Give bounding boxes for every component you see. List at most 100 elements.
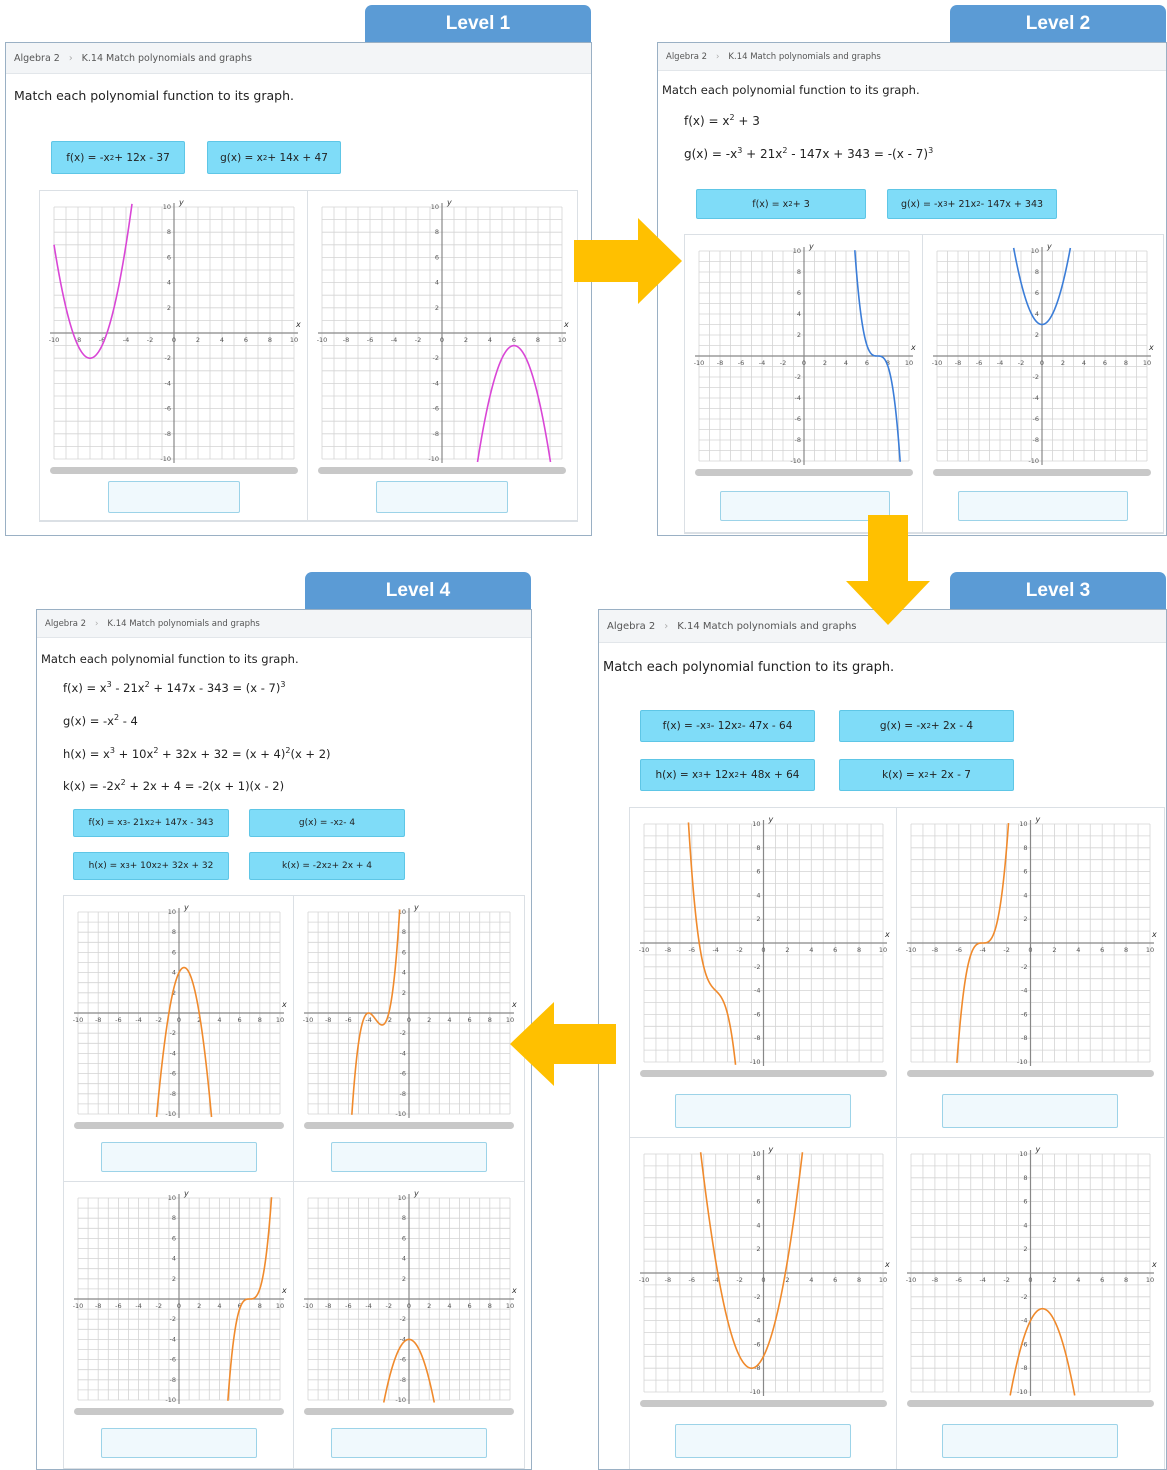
x-tick-label: -4 bbox=[135, 1016, 141, 1024]
breadcrumb-course[interactable]: Algebra 2 bbox=[666, 52, 707, 62]
y-tick-label: -2 bbox=[170, 1029, 176, 1037]
y-tick-label: 10 bbox=[793, 247, 801, 255]
y-tick-label: -10 bbox=[428, 455, 439, 463]
tile-g[interactable]: g(x) = -x 3 + 21x 2 - 147x + 343 bbox=[887, 189, 1057, 219]
tile-g[interactable]: g(x) = x2 + 14x + 47 bbox=[207, 141, 341, 174]
x-tick-label: -10 bbox=[317, 336, 328, 344]
y-tick-label: 8 bbox=[797, 268, 801, 276]
y-tick-label: 8 bbox=[172, 1214, 176, 1222]
x-tick-label: -4 bbox=[997, 359, 1003, 367]
answer-drop-zone[interactable] bbox=[958, 491, 1128, 521]
prompt: Match each polynomial function to its gr… bbox=[603, 660, 895, 675]
breadcrumb-course[interactable]: Algebra 2 bbox=[45, 619, 86, 629]
y-axis-label: y bbox=[1035, 815, 1041, 824]
tile-h[interactable]: h(x) = x3 + 10x 2 + 32x + 32 bbox=[73, 852, 229, 880]
answer-drop-zone[interactable] bbox=[942, 1424, 1118, 1458]
answer-drop-zone[interactable] bbox=[331, 1428, 487, 1458]
answer-drop-zone[interactable] bbox=[376, 481, 508, 513]
breadcrumb-skill[interactable]: K.14 Match polynomials and graphs bbox=[677, 621, 856, 632]
y-tick-label: -8 bbox=[170, 1090, 176, 1098]
x-tick-label: 0 bbox=[1028, 1276, 1032, 1284]
x-axis-label: x bbox=[1151, 930, 1157, 939]
tile-k[interactable]: k(x) = x2 + 2x - 7 bbox=[839, 759, 1014, 791]
y-axis-label: y bbox=[413, 1189, 419, 1198]
x-tick-label: -10 bbox=[49, 336, 60, 344]
graph-grid: x y -10 -8 -6 -4 -2 0 2 4 6 8 10 10 8 6 4 2 -2 -4 -6 -8 -10 xy… bbox=[63, 895, 525, 1469]
breadcrumb-course[interactable]: Algebra 2 bbox=[607, 621, 655, 632]
level-2-tag: Level 2 bbox=[950, 5, 1166, 42]
x-tick-label: -10 bbox=[932, 359, 943, 367]
y-tick-label: 4 bbox=[1023, 1221, 1027, 1229]
scrollbar bbox=[640, 1400, 887, 1407]
graph-grid: x y -10 -8 -6 -4 -2 0 2 4 6 8 10 10 8 6 4 2 -2 -4 -6 -8 -10 xy… bbox=[629, 807, 1165, 1469]
x-tick-label: -10 bbox=[639, 1276, 650, 1284]
y-tick-label: -2 bbox=[165, 354, 171, 362]
graph-cell: x y -10 -8 -6 -4 -2 0 2 4 6 8 10 10 8 6 4 2 -2 -4 -6 -8 -10 bbox=[630, 808, 897, 1138]
level-3-panel: Algebra 2 › K.14 Match polynomials and gra… bbox=[598, 609, 1167, 1470]
answer-drop-zone[interactable] bbox=[108, 481, 240, 513]
x-tick-label: -8 bbox=[665, 946, 671, 954]
x-tick-label: 8 bbox=[1124, 946, 1128, 954]
answer-drop-zone[interactable] bbox=[942, 1094, 1118, 1128]
tile-g[interactable]: g(x) = -x 2 + 2x - 4 bbox=[839, 710, 1014, 742]
tile-h[interactable]: h(x) = x3 + 12x 2 + 48x + 64 bbox=[640, 759, 815, 791]
x-tick-label: -10 bbox=[73, 1016, 84, 1024]
y-tick-label: -8 bbox=[1033, 436, 1039, 444]
equation-h: h(x) = x3 + 10x2 + 32x + 32 = (x + 4)2(x… bbox=[63, 745, 331, 761]
tile-k[interactable]: k(x) = -2x 2 + 2x + 4 bbox=[249, 852, 405, 880]
answer-drop-zone[interactable] bbox=[331, 1142, 487, 1172]
tile-f[interactable]: f(x) = x2 + 3 bbox=[696, 189, 866, 219]
y-axis-label: y bbox=[1035, 1145, 1041, 1154]
tile-f[interactable]: f(x) = -x 2 + 12x - 37 bbox=[51, 141, 185, 174]
graph: xy-10 -8 -6 -4 -2 0 2 4 6 8 10108642-2-4-6-8-10 bbox=[49, 198, 301, 474]
y-tick-label: 2 bbox=[756, 1245, 760, 1253]
y-tick-label: -2 bbox=[795, 373, 801, 381]
x-tick-label: 10 bbox=[276, 1016, 284, 1024]
x-axis-label: x bbox=[884, 1260, 890, 1269]
scrollbar bbox=[318, 467, 566, 474]
x-tick-label: -2 bbox=[1003, 1276, 1009, 1284]
answer-drop-zone[interactable] bbox=[101, 1428, 257, 1458]
y-tick-label: -6 bbox=[400, 1070, 406, 1078]
x-tick-label: -2 bbox=[147, 336, 153, 344]
graph-cell: x y -10 -8 -6 -4 -2 0 2 4 6 8 10 10 8 6 4 2 -2 -4 -6 -8 -10 bbox=[294, 896, 524, 1182]
y-tick-label: 8 bbox=[1023, 1174, 1027, 1182]
x-tick-label: 10 bbox=[276, 1302, 284, 1310]
y-tick-label: 10 bbox=[1019, 1150, 1027, 1158]
x-tick-label: 8 bbox=[488, 1016, 492, 1024]
x-tick-label: 10 bbox=[905, 359, 913, 367]
breadcrumb-skill[interactable]: K.14 Match polynomials and graphs bbox=[728, 52, 880, 62]
x-tick-label: -4 bbox=[365, 1302, 371, 1310]
y-tick-label: 2 bbox=[1023, 915, 1027, 923]
x-tick-label: 4 bbox=[1082, 359, 1086, 367]
y-tick-label: 6 bbox=[1023, 1198, 1027, 1206]
breadcrumb: Algebra 2 › K.14 Match polynomials and gra… bbox=[37, 610, 531, 638]
x-tick-label: -6 bbox=[976, 359, 982, 367]
answer-drop-zone[interactable] bbox=[101, 1142, 257, 1172]
breadcrumb-skill[interactable]: K.14 Match polynomials and graphs bbox=[82, 53, 252, 64]
y-tick-label: -4 bbox=[1033, 394, 1039, 402]
x-tick-label: 4 bbox=[447, 1302, 451, 1310]
tile-f[interactable]: f(x) = x3 - 21x 2 + 147x - 343 bbox=[73, 809, 229, 837]
x-tick-label: 6 bbox=[1100, 946, 1104, 954]
x-tick-label: -2 bbox=[736, 1276, 742, 1284]
y-axis-label: y bbox=[1046, 242, 1052, 251]
breadcrumb-course[interactable]: Algebra 2 bbox=[14, 53, 60, 64]
answer-drop-zone[interactable] bbox=[675, 1094, 851, 1128]
y-tick-label: -4 bbox=[433, 379, 439, 387]
tile-f[interactable]: f(x) = -x 3 - 12x 2 - 47x - 64 bbox=[640, 710, 815, 742]
graph: xy-10 -8 -6 -4 -2 0 2 4 6 8 10108642-2-4-6-8-10 bbox=[303, 1189, 517, 1415]
x-tick-label: -2 bbox=[1018, 359, 1024, 367]
arrow-down-shape bbox=[846, 515, 930, 625]
answer-drop-zone[interactable] bbox=[675, 1424, 851, 1458]
y-tick-label: -2 bbox=[170, 1315, 176, 1323]
y-tick-label: 8 bbox=[402, 1214, 406, 1222]
x-tick-label: 0 bbox=[1040, 359, 1044, 367]
y-tick-label: -10 bbox=[160, 455, 171, 463]
x-tick-label: -6 bbox=[689, 946, 695, 954]
tile-g[interactable]: g(x) = -x 2 - 4 bbox=[249, 809, 405, 837]
x-tick-label: -4 bbox=[979, 946, 985, 954]
y-tick-label: 8 bbox=[756, 1174, 760, 1182]
graph-cell: x y -10 -8 -6 -4 -2 0 2 4 6 8 10 10 8 6 4 2 -2 -4 -6 -8 -10 bbox=[308, 191, 578, 521]
breadcrumb-skill[interactable]: K.14 Match polynomials and graphs bbox=[107, 619, 259, 629]
